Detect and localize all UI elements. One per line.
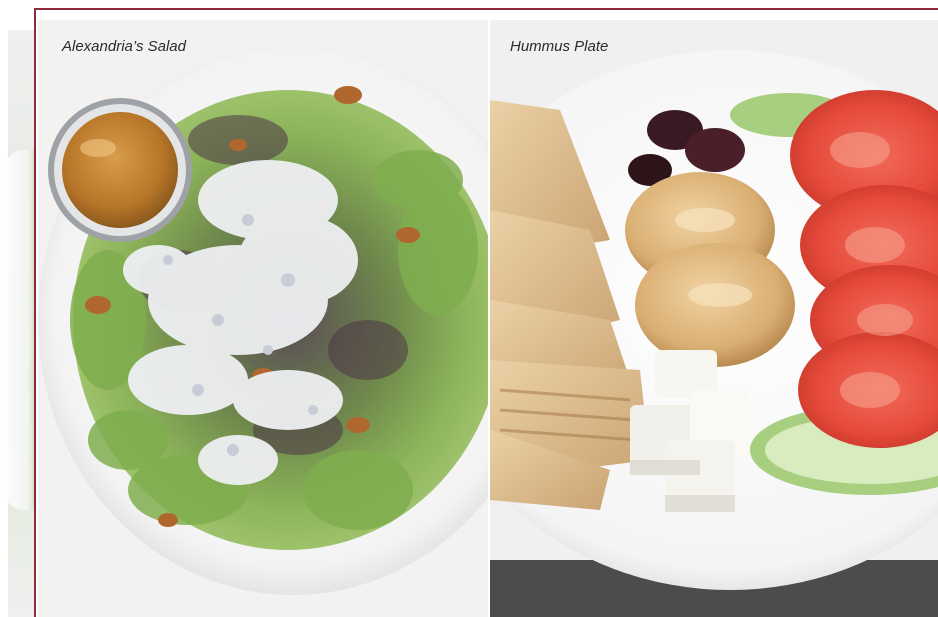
item-caption: Alexandria’s Salad [62,38,186,55]
item-caption: Hummus Plate [510,38,609,55]
menu-item-card-salad[interactable]: Alexandria’s Salad [38,20,488,617]
hummus-photo [490,20,938,617]
previous-item-photo[interactable] [4,30,44,617]
menu-gallery: Alexandria’s Salad Hummus Plate [0,0,938,617]
menu-item-card-hummus[interactable]: Hummus Plate [490,20,938,617]
gallery-frame: Alexandria’s Salad Hummus Plate [34,8,938,617]
salad-photo [38,20,488,617]
